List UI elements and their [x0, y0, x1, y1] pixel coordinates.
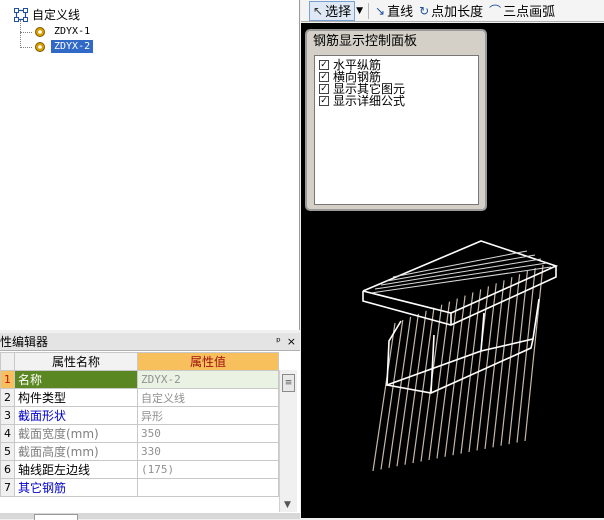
property-name: 其它钢筋: [14, 478, 138, 497]
property-value[interactable]: 330: [137, 442, 279, 461]
point-length-icon: ↻: [419, 3, 430, 18]
three-point-arc-button[interactable]: ⌒ 三点画弧: [486, 1, 558, 21]
row-number-header: [0, 352, 15, 371]
property-value[interactable]: (175): [137, 460, 279, 479]
table-row[interactable]: 4 截面宽度(mm) 350: [0, 424, 279, 443]
property-value[interactable]: 350: [137, 424, 279, 443]
property-value[interactable]: 自定义线: [137, 388, 279, 407]
scrollbar-thumb[interactable]: ≡: [282, 374, 295, 392]
row-number: 6: [0, 460, 15, 479]
rebar-lines: [372, 264, 544, 472]
gear-icon: [35, 41, 45, 52]
checkbox[interactable]: ✓: [319, 60, 329, 70]
point-length-button[interactable]: ↻ 点加长度: [416, 1, 486, 21]
line-icon: ↘: [375, 3, 386, 18]
property-value[interactable]: [137, 478, 279, 497]
property-name-header: 属性名称: [14, 352, 138, 371]
row-number: 3: [0, 406, 15, 425]
row-number: 1: [0, 370, 15, 389]
table-row[interactable]: 5 截面高度(mm) 330: [0, 442, 279, 461]
row-number: 4: [0, 424, 15, 443]
property-name: 截面宽度(mm): [14, 424, 138, 443]
three-point-arc-button-label: 三点画弧: [503, 5, 556, 20]
chevron-down-icon[interactable]: ▼: [356, 6, 363, 16]
checkbox[interactable]: ✓: [319, 84, 329, 94]
rebar-panel-options: ✓ 水平纵筋 ✓ 横向钢筋 ✓ 显示其它图元 ✓ 显示详细公式: [314, 55, 479, 205]
cursor-icon: ↖: [313, 3, 324, 18]
property-editor-titlebar: 性编辑器 ᵖ ×: [0, 333, 300, 351]
row-number: 2: [0, 388, 15, 407]
row-number: 5: [0, 442, 15, 461]
checkbox[interactable]: ✓: [319, 96, 329, 106]
toolbar-separator: [368, 2, 369, 19]
tree-item-label: ZDYX-2: [51, 40, 94, 53]
property-grid-scrollbar[interactable]: ≡ ▼: [279, 370, 297, 512]
arc-icon: ⌒: [489, 4, 502, 18]
table-row[interactable]: 6 轴线距左边线 (175): [0, 460, 279, 479]
property-name: 名称: [14, 370, 138, 389]
draw-toolbar: ↖ 选择 ▼ ↘ 直线 ↻ 点加长度 ⌒ 三点画弧: [301, 0, 604, 22]
component-tree: 自定义线 ZDYX-1 ZDYX-2: [0, 0, 300, 330]
property-value-header: 属性值: [137, 352, 279, 371]
top-rebar-grid: [370, 250, 552, 294]
table-row[interactable]: 1 名称 ZDYX-2: [0, 370, 279, 389]
property-editor-title: 性编辑器: [0, 335, 49, 349]
table-row[interactable]: 3 截面形状 异形: [0, 406, 279, 425]
rebar-display-panel: 钢筋显示控制面板 ✓ 水平纵筋 ✓ 横向钢筋 ✓ 显示其它图元 ✓ 显示详细公式: [305, 29, 487, 211]
line-button-label: 直线: [387, 5, 414, 20]
bottom-tab[interactable]: [34, 514, 78, 520]
gear-icon: [35, 26, 45, 37]
scroll-down-icon[interactable]: ▼: [284, 500, 291, 510]
property-name: 轴线距左边线: [14, 460, 138, 479]
property-name: 截面形状: [14, 406, 138, 425]
tree-root-node[interactable]: 自定义线: [14, 6, 80, 23]
frame-icon: [14, 7, 28, 22]
rebar-panel-title: 钢筋显示控制面板: [313, 34, 418, 49]
close-icon[interactable]: ×: [287, 335, 296, 348]
table-row[interactable]: 7 其它钢筋: [0, 478, 279, 497]
property-name: 构件类型: [14, 388, 138, 407]
bottom-tab-strip: [0, 513, 300, 520]
3d-viewport[interactable]: 钢筋显示控制面板 ✓ 水平纵筋 ✓ 横向钢筋 ✓ 显示其它图元 ✓ 显示详细公式: [301, 23, 604, 518]
tree-item-label: ZDYX-1: [54, 26, 91, 37]
property-grid: 属性名称 属性值 1 名称 ZDYX-2 2 构件类型 自定义线 3 截面形状 …: [0, 352, 279, 497]
property-value[interactable]: ZDYX-2: [137, 370, 279, 389]
option-show-formula[interactable]: ✓ 显示详细公式: [319, 95, 474, 107]
row-number: 7: [0, 478, 15, 497]
select-button-label: 选择: [325, 5, 352, 20]
option-label: 显示详细公式: [333, 94, 406, 108]
checkbox[interactable]: ✓: [319, 72, 329, 82]
property-editor: 性编辑器 ᵖ × 属性名称 属性值 1 名称 ZDYX-2 2 构件类型 自定义…: [0, 333, 300, 520]
table-row[interactable]: 2 构件类型 自定义线: [0, 388, 279, 407]
property-value[interactable]: 异形: [137, 406, 279, 425]
tree-item-zdyx-1[interactable]: ZDYX-1: [34, 25, 93, 38]
tree-root-label: 自定义线: [32, 8, 81, 22]
rebar-strand: [492, 277, 513, 448]
property-grid-header: 属性名称 属性值: [0, 352, 279, 371]
property-name: 截面高度(mm): [14, 442, 138, 461]
point-length-button-label: 点加长度: [431, 5, 484, 20]
tree-item-zdyx-2[interactable]: ZDYX-2: [34, 40, 94, 53]
rebar-strand: [524, 264, 544, 442]
select-button[interactable]: ↖ 选择: [309, 0, 356, 21]
line-button[interactable]: ↘ 直线: [372, 1, 416, 21]
pin-icon[interactable]: ᵖ: [276, 335, 281, 348]
